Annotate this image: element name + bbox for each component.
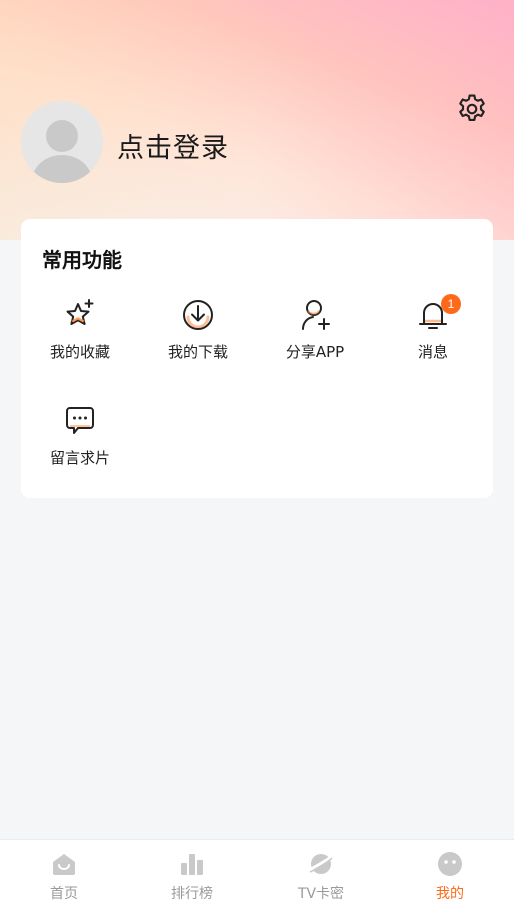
card-title: 常用功能 [42,248,122,272]
login-link[interactable]: 点击登录 [117,126,229,165]
tab-tv-card[interactable]: TV卡密 [257,840,385,912]
tab-tv-card-label: TV卡密 [297,886,345,902]
share-user-icon [302,300,330,330]
share-app-label: 分享APP [285,343,345,361]
star-plus-icon [66,299,94,325]
message-icon [66,407,94,434]
tab-home[interactable]: 首页 [0,840,128,912]
mine-face-icon [438,852,462,876]
home-icon [53,854,75,875]
download-icon [183,300,213,330]
favorites-label: 我的收藏 [49,343,110,361]
favorites-button[interactable]: 我的收藏 [30,297,130,377]
common-functions-card: 常用功能 我的收藏 我的下载 分享APP 1 消息 留言求片 [21,219,493,498]
request-movie-button[interactable]: 留言求片 [30,403,130,483]
downloads-label: 我的下载 [167,343,228,361]
request-movie-label: 留言求片 [49,449,110,467]
messages-button[interactable]: 1 消息 [383,294,483,377]
tab-mine-label: 我的 [436,886,464,902]
ranking-icon [181,854,203,875]
messages-label: 消息 [417,343,448,361]
bottom-tab-bar: 首页 排行榜 TV卡密 我的 [0,839,514,912]
tab-ranking-label: 排行榜 [171,886,213,902]
notification-badge: 1 [441,294,461,314]
tab-home-label: 首页 [50,886,78,902]
avatar[interactable] [21,101,103,183]
planet-icon [307,854,335,874]
tab-ranking[interactable]: 排行榜 [128,840,256,912]
default-avatar-icon [21,101,103,183]
gear-icon [459,94,485,121]
settings-button[interactable] [455,92,489,126]
tab-mine[interactable]: 我的 [386,840,514,912]
share-app-button[interactable]: 分享APP [265,297,365,377]
downloads-button[interactable]: 我的下载 [148,297,248,377]
